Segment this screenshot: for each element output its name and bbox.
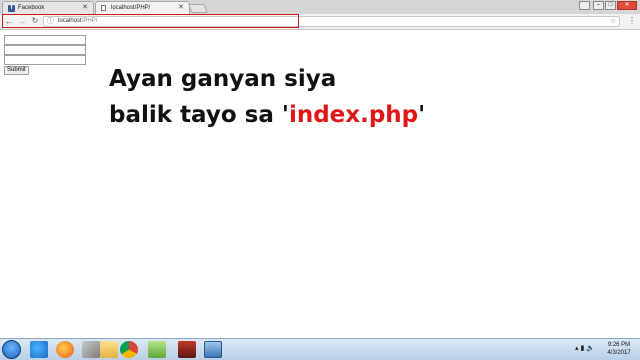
close-window-button[interactable]: ✕ [617, 1, 637, 10]
firefox-icon[interactable] [56, 341, 74, 358]
taskbar-clock[interactable]: 9:26 PM 4/3/2017 [604, 341, 634, 357]
internet-explorer-icon[interactable] [30, 341, 48, 358]
url-host: localhost [58, 18, 82, 24]
url-path: /PHP/ [81, 18, 98, 24]
submit-button[interactable]: Submit [4, 66, 29, 75]
address-bar[interactable]: ⓘ localhost/PHP/ ☆ [43, 16, 620, 27]
close-icon[interactable]: ✕ [82, 2, 88, 14]
back-arrow-icon[interactable]: ← [4, 16, 14, 26]
tab-label: Facebook [18, 5, 45, 11]
maximize-button[interactable]: □ [605, 1, 616, 10]
chrome-icon[interactable] [120, 341, 138, 358]
minimize-button[interactable]: – [593, 1, 604, 10]
tab-facebook[interactable]: f Facebook ✕ [2, 1, 94, 14]
browser-toolbar: ← → ↻ ⓘ localhost/PHP/ ☆ ⋮ [0, 14, 640, 30]
info-icon[interactable]: ⓘ [47, 17, 54, 26]
menu-icon[interactable]: ⋮ [628, 16, 636, 26]
text-input-2[interactable] [4, 45, 86, 55]
game-icon[interactable] [178, 341, 196, 358]
windows-start-icon[interactable] [2, 340, 21, 359]
tab-label: localhost/PHP/ [111, 5, 151, 11]
notepad-plus-plus-icon[interactable] [148, 341, 166, 358]
message-line-1: Ayan ganyan siya [109, 66, 337, 92]
remote-desktop-icon[interactable] [204, 341, 222, 358]
message-filename: index.php [288, 102, 419, 128]
new-tab-button[interactable] [188, 4, 208, 13]
user-profile-button[interactable] [579, 1, 590, 10]
bookmark-star-icon[interactable]: ☆ [610, 17, 616, 26]
message-line-2-suffix: ' [418, 102, 426, 128]
message-line-2-prefix: balik tayo sa ' [109, 102, 289, 128]
url-text: localhost/PHP/ [58, 17, 97, 26]
system-tray[interactable]: ▴ ▮ 🔈 [575, 344, 595, 352]
tools-icon[interactable] [82, 341, 100, 358]
document-icon [101, 5, 106, 11]
tab-localhost[interactable]: localhost/PHP/ ✕ [95, 1, 190, 15]
taskbar: ▴ ▮ 🔈 9:26 PM 4/3/2017 [0, 338, 640, 360]
message-line-2: balik tayo sa 'index.php' [109, 97, 425, 133]
facebook-icon: f [8, 5, 15, 12]
login-form: Submit [4, 35, 86, 75]
text-input-1[interactable] [4, 35, 86, 45]
forward-arrow-icon[interactable]: → [17, 16, 27, 26]
clock-date: 4/3/2017 [607, 350, 631, 356]
close-icon[interactable]: ✕ [178, 2, 184, 14]
folder-icon[interactable] [100, 341, 118, 358]
page-message: Ayan ganyan siya balik tayo sa 'index.ph… [109, 61, 425, 133]
reload-icon[interactable]: ↻ [30, 16, 40, 26]
clock-time: 9:26 PM [607, 342, 631, 348]
text-input-3[interactable] [4, 55, 86, 65]
tab-strip: f Facebook ✕ localhost/PHP/ ✕ – □ ✕ [0, 0, 640, 15]
